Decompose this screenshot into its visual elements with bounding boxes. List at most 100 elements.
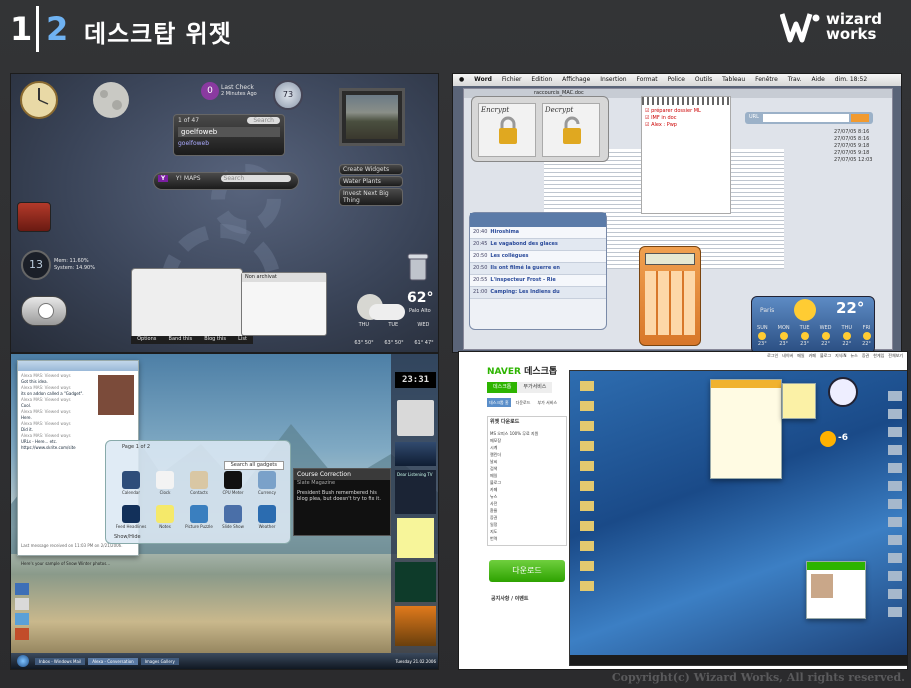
list-button[interactable]: List	[238, 336, 247, 344]
menu-trav[interactable]: Trav.	[788, 76, 802, 83]
moon-widget-icon[interactable]	[91, 80, 131, 120]
widget-link-create[interactable]: Create Widgets	[339, 164, 403, 175]
widget-list-item[interactable]: 블로그	[490, 479, 528, 486]
trash-icon[interactable]	[407, 252, 429, 282]
tv-listing-row[interactable]: 20:50 Les collègues	[470, 251, 606, 263]
widget-list-item[interactable]: 증권	[490, 514, 528, 521]
notes-window[interactable]: Non archivat	[241, 272, 327, 336]
tv-listing-row[interactable]: 21:00 Camping: Les Indiens du	[470, 287, 606, 299]
feed-widget[interactable]: 1 of 47 Search goelfoweb goelfoweb	[173, 114, 285, 156]
encrypt-panel[interactable]: Encrypt	[478, 103, 536, 157]
last-check-widget[interactable]: 0 Last Check 2 Minutes Ago	[201, 82, 257, 102]
tv-listing-row[interactable]: 20:45 Le vagabond des glaces	[470, 239, 606, 251]
menu-insertion[interactable]: Insertion	[600, 76, 626, 83]
disk-gauge-widget[interactable]: 73	[273, 80, 303, 110]
menu-fenetre[interactable]: Fenêtre	[755, 76, 778, 83]
decrypt-panel[interactable]: Decrypt	[542, 103, 600, 157]
todo-item[interactable]: ☑ IMF in doc	[642, 115, 730, 122]
tv-listing-row[interactable]: 20:55 L'inspecteur Frost - Rie	[470, 275, 606, 287]
naver-top-link[interactable]: 네이버	[782, 352, 793, 362]
show-details-link[interactable]: Show/Hide	[114, 534, 141, 541]
sticky-note-widget[interactable]	[131, 268, 243, 344]
gadget-tile[interactable]: Picture Puzzle	[182, 505, 216, 539]
url-go-button[interactable]	[851, 114, 869, 122]
search-input[interactable]: Search	[247, 117, 280, 124]
taskbar-item[interactable]: Inbox - Windows Mail	[35, 657, 86, 665]
naver-top-link[interactable]: 카페	[809, 352, 816, 362]
sticky-note[interactable]	[782, 383, 816, 419]
desktop-icon[interactable]	[15, 598, 29, 610]
menu-tableau[interactable]: Tableau	[722, 76, 745, 83]
tv-listing-row[interactable]: 20:50 Ils ont filmé la guerre en	[470, 263, 606, 275]
gadget-gallery-window[interactable]: Page 1 of 2 Search all gadgets Calendar C…	[105, 440, 291, 544]
yahoo-search-widget[interactable]: Y Y! MAPS Search	[153, 172, 299, 190]
blog-this-button[interactable]: Blog this	[204, 336, 226, 344]
sidebar-slideshow[interactable]	[395, 442, 436, 466]
encrypt-widget[interactable]: Encrypt Decrypt	[471, 96, 609, 162]
sidebar-clock[interactable]: 23:31	[395, 372, 436, 388]
memo-widget[interactable]	[710, 379, 782, 479]
tab-addons[interactable]: 부가서비스	[517, 382, 553, 393]
naver-weather-widget[interactable]: -6	[820, 431, 860, 471]
tv-listing-row[interactable]: 20:40 Hiroshima	[470, 227, 606, 239]
gadget-tile[interactable]: Currency	[250, 471, 284, 505]
calendar-widget[interactable]	[17, 202, 51, 232]
system-monitor-widget[interactable]: 13 Mem: 11.60% System: 14.90%	[21, 250, 103, 280]
sidebar-feed[interactable]: Dear Listening TV	[395, 470, 436, 514]
widget-link-water[interactable]: Water Plants	[339, 176, 403, 187]
widget-list-item[interactable]: 번역	[490, 535, 528, 542]
url-widget[interactable]: URL	[745, 112, 873, 124]
sidebar-photo[interactable]	[395, 606, 436, 646]
widget-list-item[interactable]: 뉴스	[490, 493, 528, 500]
taskbar-item[interactable]: Alexa - Conversation	[88, 657, 138, 665]
gadget-tile[interactable]: Slide Show	[216, 505, 250, 539]
sidebar-notes[interactable]	[397, 518, 434, 558]
gadget-tile[interactable]: Notes	[148, 505, 182, 539]
start-button-icon[interactable]	[17, 655, 29, 667]
gallery-search-input[interactable]: Search all gadgets	[223, 461, 284, 470]
news-gadget[interactable]: Course Correction Slate Magazine Preside…	[293, 468, 391, 536]
todo-item[interactable]: ☑ préparer dossier ML	[642, 105, 730, 115]
sidebar-stocks[interactable]	[395, 562, 436, 602]
menu-format[interactable]: Format	[636, 76, 657, 83]
right-icon-column[interactable]	[888, 391, 902, 621]
widget-list-item[interactable]: 일정	[490, 521, 528, 528]
analog-clock-icon[interactable]	[828, 377, 858, 407]
messenger-widget[interactable]	[806, 561, 866, 619]
mac-weather-widget[interactable]: Paris 22° SUN 23° MON 23° TUE 23° WED 22° THU 22°…	[751, 296, 875, 352]
naver-top-link[interactable]: 한게임	[873, 352, 884, 362]
naver-top-link[interactable]: 로그인	[767, 352, 778, 362]
subtab-addon[interactable]: 부가 서비스	[535, 398, 559, 407]
menu-word[interactable]: Word	[474, 76, 492, 83]
widget-link-invest[interactable]: Invest Next Big Thing	[339, 188, 403, 206]
gadget-tile[interactable]: Calendar	[114, 471, 148, 505]
menu-aide[interactable]: Aide	[812, 76, 825, 83]
widget-list-item[interactable]: 캘린더	[490, 451, 528, 458]
widget-list-item[interactable]: 시계	[490, 444, 528, 451]
menu-affichage[interactable]: Affichage	[562, 76, 590, 83]
widget-list-item[interactable]: 환율	[490, 507, 528, 514]
widget-list-item[interactable]: 메일	[490, 472, 528, 479]
calculator-keypad[interactable]	[645, 271, 695, 335]
media-player-widget[interactable]	[21, 296, 67, 326]
sidebar-calendar[interactable]	[397, 400, 434, 436]
naver-top-link[interactable]: 뉴스	[850, 352, 857, 362]
gadget-tile[interactable]: Contacts	[182, 471, 216, 505]
desktop-icon[interactable]	[15, 583, 29, 595]
desktop-icon-column[interactable]	[580, 381, 594, 601]
widget-list-item[interactable]: 검색	[490, 465, 528, 472]
photo-frame-widget[interactable]	[339, 88, 405, 146]
band-this-button[interactable]: Band this	[169, 336, 193, 344]
options-button[interactable]: Options	[137, 336, 156, 344]
widget-list-item[interactable]: 지도	[490, 528, 528, 535]
menu-fichier[interactable]: Fichier	[502, 76, 522, 83]
naver-top-link[interactable]: 전체보기	[888, 352, 903, 362]
calculator-widget[interactable]	[639, 246, 701, 346]
taskbar-item[interactable]: Images Gallery	[140, 657, 179, 665]
url-input[interactable]	[763, 114, 849, 122]
widget-list-item[interactable]: MS 오피스 100% 무료 지원	[490, 430, 538, 437]
clock-widget-icon[interactable]	[19, 80, 59, 120]
gadget-tile[interactable]: Clock	[148, 471, 182, 505]
play-button-icon[interactable]	[38, 303, 54, 319]
desktop-icon[interactable]	[15, 613, 29, 625]
